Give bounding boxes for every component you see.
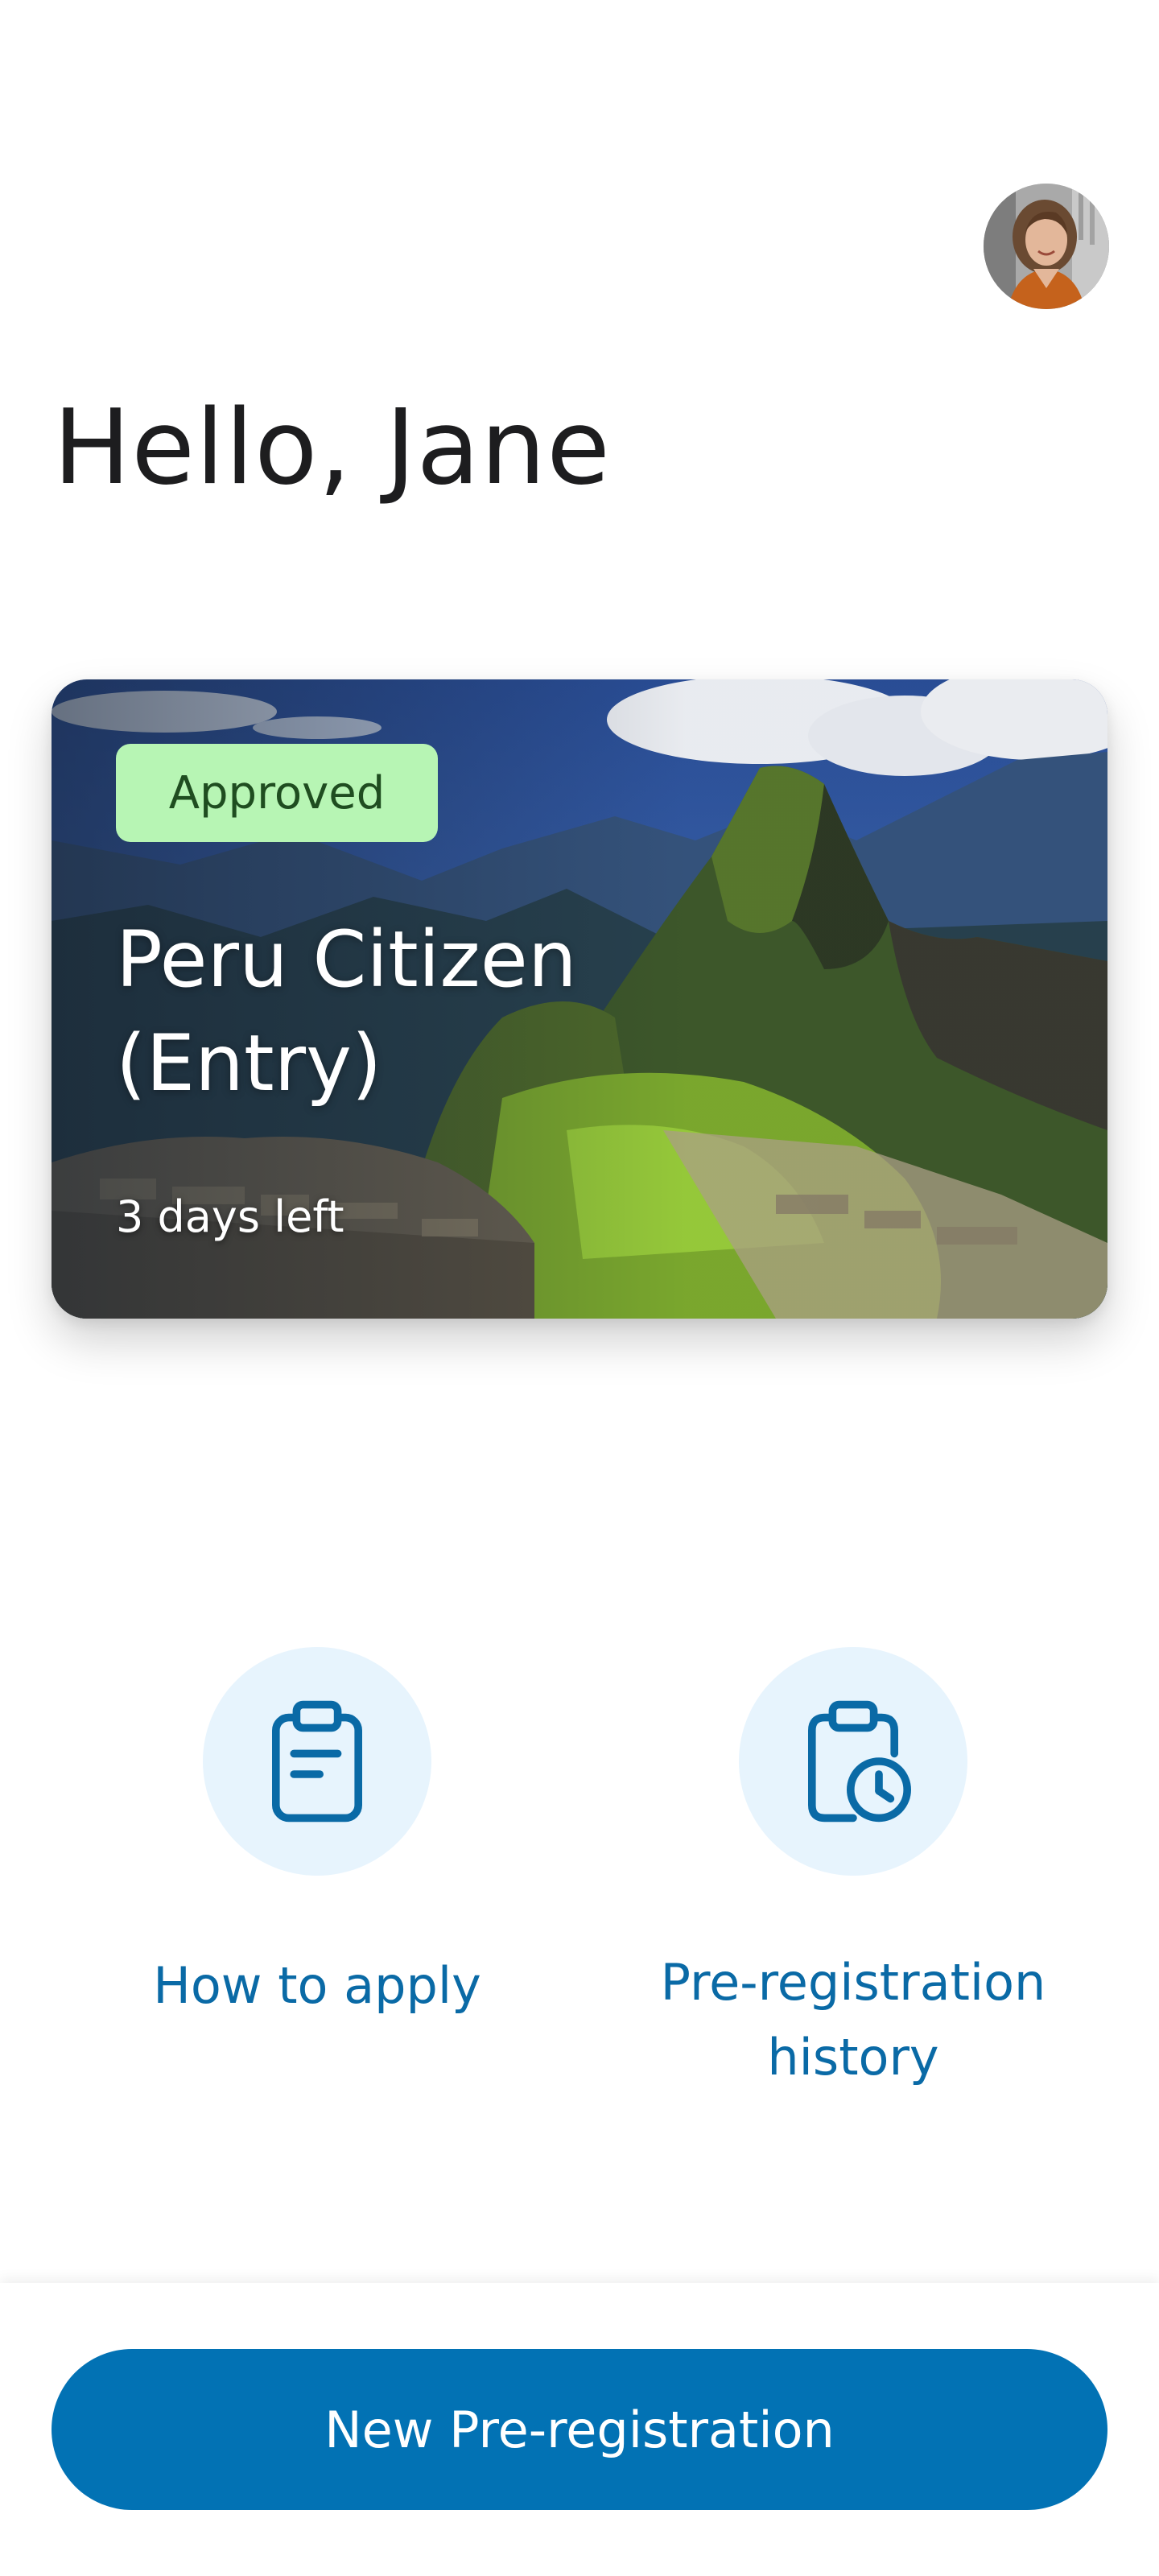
days-left-label: 3 days left xyxy=(116,1191,344,1242)
bottom-action-bar: New Pre-registration xyxy=(0,2283,1159,2576)
user-avatar-image xyxy=(984,184,1109,309)
how-to-apply-icon-circle xyxy=(203,1647,431,1876)
clipboard-icon xyxy=(272,1700,362,1823)
pre-registration-history-label-line1: Pre-registration xyxy=(660,1953,1046,2012)
new-pre-registration-button[interactable]: New Pre-registration xyxy=(52,2349,1107,2510)
how-to-apply-button[interactable]: How to apply xyxy=(92,1647,542,2023)
visa-card[interactable]: Approved Peru Citizen (Entry) 3 days lef… xyxy=(52,679,1107,1319)
greeting-title: Hello, Jane xyxy=(53,388,611,508)
avatar[interactable] xyxy=(984,184,1109,309)
pre-registration-history-button[interactable]: Pre-registration history xyxy=(628,1647,1079,2095)
pre-registration-history-label-line2: history xyxy=(767,2028,939,2087)
status-badge: Approved xyxy=(116,744,438,842)
clipboard-clock-icon xyxy=(808,1700,911,1823)
card-title: Peru Citizen (Entry) xyxy=(116,908,679,1115)
how-to-apply-label: How to apply xyxy=(153,1956,481,2015)
card-title-line2: (Entry) xyxy=(116,1018,382,1108)
pre-registration-history-label: Pre-registration history xyxy=(661,1945,1046,2095)
card-title-line1: Peru Citizen xyxy=(116,914,577,1005)
history-icon-circle xyxy=(739,1647,967,1876)
